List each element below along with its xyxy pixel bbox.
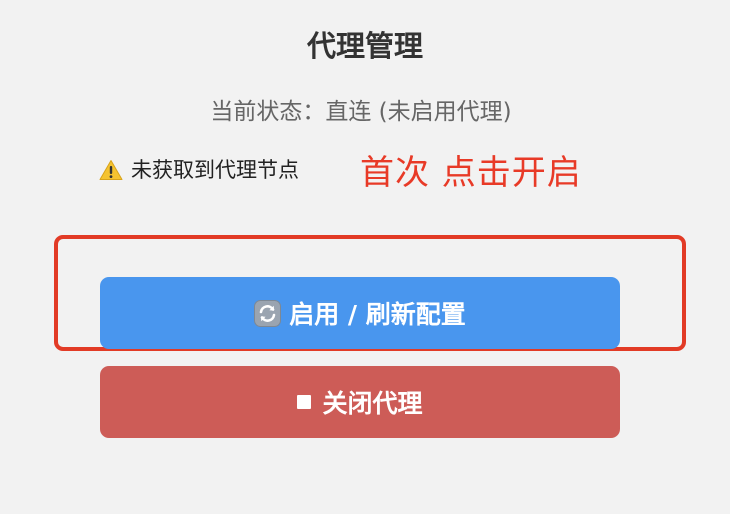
enable-refresh-button[interactable]: 启用 / 刷新配置 [100, 277, 620, 349]
proxy-status-text: 当前状态：直连 (未启用代理) [210, 99, 512, 125]
warning-icon [99, 159, 123, 181]
page-title: 代理管理 [306, 29, 423, 63]
disable-proxy-label: 关闭代理 [322, 389, 423, 418]
refresh-icon [254, 299, 282, 327]
stop-icon [297, 395, 312, 409]
first-time-click-annotation: 首次 点击开启 [360, 153, 582, 193]
no-node-warning: 未获取到代理节点 [99, 155, 299, 185]
disable-proxy-button[interactable]: 关闭代理 [100, 366, 620, 438]
enable-refresh-label: 启用 / 刷新配置 [289, 300, 466, 329]
warning-text: 未获取到代理节点 [131, 158, 299, 182]
